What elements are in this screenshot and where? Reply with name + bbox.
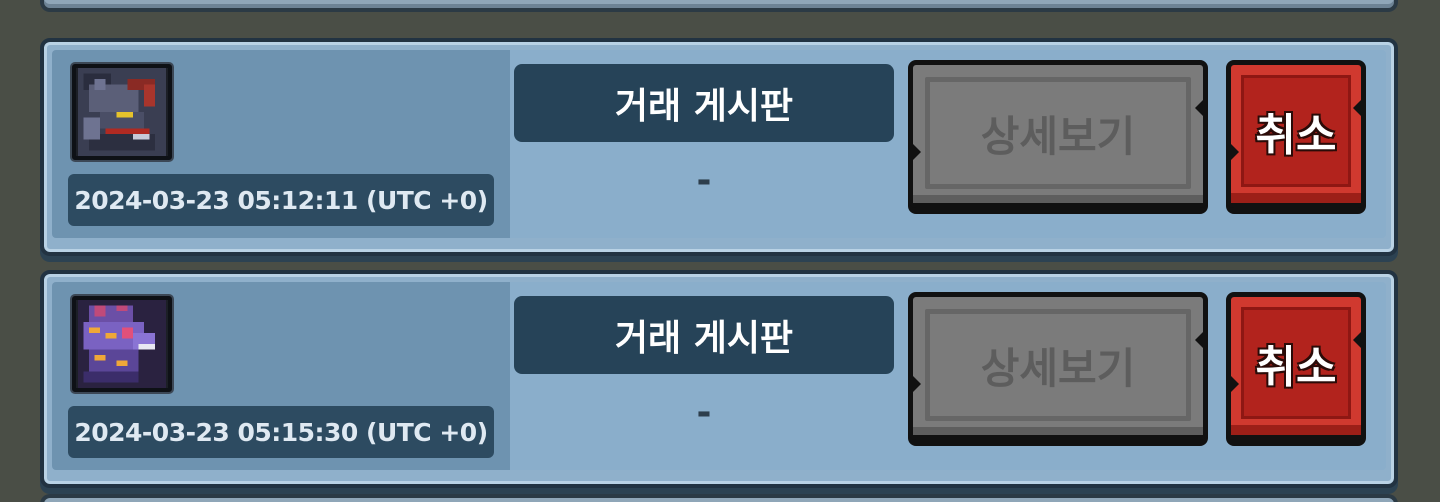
listing-timestamp: 2024-03-23 05:12:11 (UTC +0)	[68, 174, 494, 226]
purple-dragon-icon[interactable]	[72, 296, 172, 392]
dark-monster-icon[interactable]	[72, 64, 172, 160]
next-listing-card	[40, 494, 1398, 502]
listing-timestamp: 2024-03-23 05:15:30 (UTC +0)	[68, 406, 494, 458]
listing-source-label: 거래 게시판	[514, 296, 894, 374]
cancel-label: 취소	[1241, 75, 1351, 187]
listing-sub-value: -	[696, 391, 712, 433]
listing-sub-value: -	[696, 159, 712, 201]
view-details-label: 상세보기	[925, 77, 1191, 189]
listing-source-label: 거래 게시판	[514, 64, 894, 142]
trade-listing-panel: 2024-03-23 05:12:11 (UTC +0) 거래 게시판 - 상세…	[0, 0, 1440, 502]
listing-card: 2024-03-23 05:15:30 (UTC +0) 거래 게시판 - 상세…	[40, 270, 1398, 488]
listing-card: 2024-03-23 05:12:11 (UTC +0) 거래 게시판 - 상세…	[40, 38, 1398, 256]
cancel-button[interactable]: 취소	[1226, 60, 1366, 208]
cancel-label: 취소	[1241, 307, 1351, 419]
previous-listing-card	[40, 0, 1398, 12]
view-details-label: 상세보기	[925, 309, 1191, 421]
view-details-button[interactable]: 상세보기	[908, 60, 1208, 208]
view-details-button[interactable]: 상세보기	[908, 292, 1208, 440]
cancel-button[interactable]: 취소	[1226, 292, 1366, 440]
